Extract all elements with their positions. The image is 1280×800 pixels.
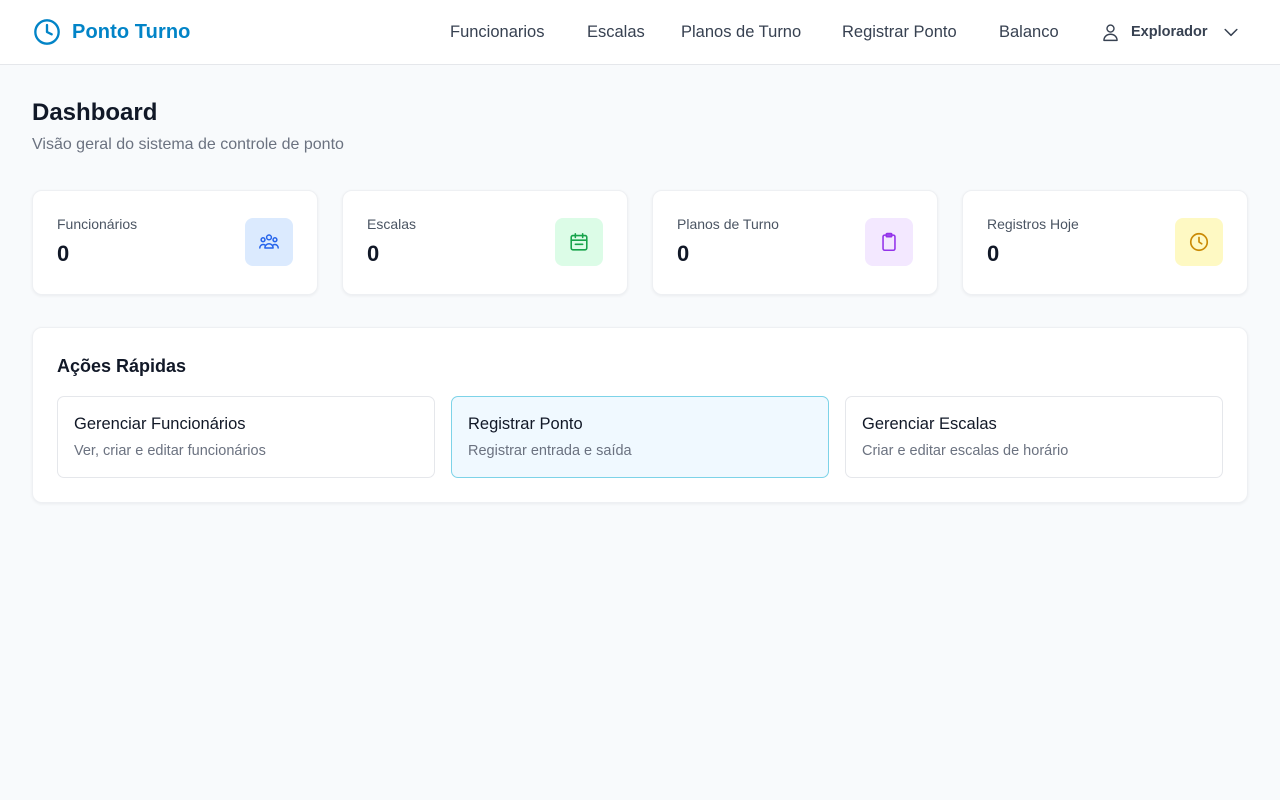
- stat-icon-badge: [1175, 218, 1223, 266]
- stat-label: Funcionários: [57, 216, 138, 232]
- stat-value: 0: [57, 241, 70, 266]
- stat-card-escalas: Escalas 0: [342, 190, 628, 295]
- stat-card-planos-de-turno: Planos de Turno 0: [652, 190, 938, 295]
- users-icon: [259, 234, 279, 249]
- nav-funcionarios[interactable]: Funcionarios: [450, 20, 544, 44]
- quick-actions-title: Ações Rápidas: [57, 356, 187, 376]
- stat-label: Planos de Turno: [677, 216, 779, 232]
- clipboard-icon: [882, 232, 896, 252]
- stat-icon-badge: [555, 218, 603, 266]
- calendar-icon: [570, 232, 588, 251]
- quick-action-description: Criar e editar escalas de horário: [862, 443, 1069, 459]
- stat-value: 0: [987, 241, 1000, 266]
- app-name: Ponto Turno: [72, 20, 191, 43]
- user-icon: [1103, 23, 1118, 41]
- quick-action-description: Ver, criar e editar funcionários: [74, 443, 266, 459]
- quick-action-gerenciar-escalas[interactable]: Gerenciar Escalas Criar e editar escalas…: [845, 396, 1223, 478]
- quick-action-registrar-ponto[interactable]: Registrar Ponto Registrar entrada e saíd…: [451, 396, 829, 478]
- nav-planos-de-turno[interactable]: Planos de Turno: [681, 20, 801, 44]
- user-name: Explorador: [1131, 24, 1208, 40]
- top-navigation-bar: Ponto Turno Funcionarios Escalas Planos …: [0, 0, 1280, 65]
- stat-card-funcionarios: Funcionários 0: [32, 190, 318, 295]
- quick-action-title: Gerenciar Funcionários: [74, 415, 246, 433]
- page-subtitle: Visão geral do sistema de controle de po…: [32, 136, 344, 153]
- stat-label: Registros Hoje: [987, 216, 1079, 232]
- clock-icon: [34, 19, 60, 45]
- stat-icon-badge: [245, 218, 293, 266]
- quick-action-title: Registrar Ponto: [468, 415, 583, 433]
- stat-label: Escalas: [367, 216, 417, 232]
- stat-value: 0: [367, 241, 380, 266]
- quick-actions-panel: Ações Rápidas Gerenciar Funcionários Ver…: [32, 327, 1248, 503]
- stat-card-registros-hoje: Registros Hoje 0: [962, 190, 1248, 295]
- quick-action-description: Registrar entrada e saída: [468, 443, 632, 459]
- stat-icon-badge: [865, 218, 913, 266]
- brand-logo-link[interactable]: Ponto Turno: [33, 17, 190, 47]
- nav-escalas[interactable]: Escalas: [587, 20, 645, 44]
- quick-action-title: Gerenciar Escalas: [862, 415, 997, 433]
- stat-value: 0: [677, 241, 690, 266]
- nav-balanco[interactable]: Balanco: [999, 20, 1059, 44]
- page-title: Dashboard: [32, 99, 158, 126]
- quick-action-gerenciar-funcionarios[interactable]: Gerenciar Funcionários Ver, criar e edit…: [57, 396, 435, 478]
- clock-icon: [1189, 232, 1209, 252]
- chevron-down-icon: [1223, 28, 1238, 37]
- user-menu-button[interactable]: Explorador: [1100, 20, 1241, 44]
- nav-registrar-ponto[interactable]: Registrar Ponto: [842, 20, 957, 44]
